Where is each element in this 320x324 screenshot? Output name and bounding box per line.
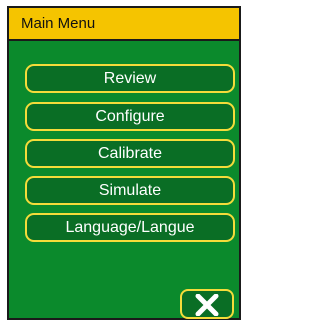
- close-button[interactable]: [180, 289, 234, 319]
- close-icon: [195, 294, 219, 316]
- calibrate-button[interactable]: Calibrate: [25, 139, 235, 168]
- review-button[interactable]: Review: [25, 64, 235, 93]
- simulate-button[interactable]: Simulate: [25, 176, 235, 205]
- page-title: Main Menu: [9, 8, 239, 41]
- main-menu-screen: Main Menu Review Configure Calibrate Sim…: [7, 6, 241, 320]
- language-button[interactable]: Language/Langue: [25, 213, 235, 242]
- configure-button[interactable]: Configure: [25, 102, 235, 131]
